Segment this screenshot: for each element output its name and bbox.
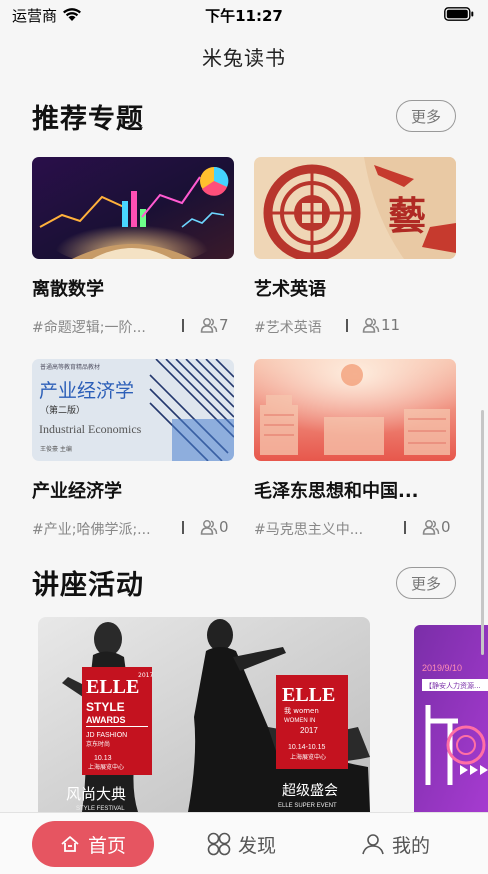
- topic-tags: #艺术英语: [254, 320, 322, 336]
- poster-date: 10.13: [94, 755, 112, 762]
- topic-cover-image: 普通高等教育精品教材 产业经济学 （第二版） Industrial Econom…: [32, 359, 234, 461]
- cover-author: 王俊豪 主编: [40, 445, 72, 453]
- poster-caption-right: 超级盛会: [282, 783, 338, 799]
- member-count: 0: [422, 518, 451, 536]
- divider: [182, 319, 184, 332]
- member-count: 0: [200, 518, 229, 536]
- topic-cover-image: 藝: [254, 157, 456, 259]
- member-count: 11: [362, 316, 400, 334]
- home-icon: [61, 836, 79, 852]
- people-icon: [362, 318, 380, 333]
- divider: [346, 319, 348, 332]
- cover-title: 产业经济学: [39, 380, 134, 402]
- member-count: 7: [200, 316, 229, 334]
- member-count-value: 0: [219, 518, 229, 536]
- poster-venue: 上海展览中心: [88, 763, 124, 771]
- poster-sub-b: WOMEN IN: [284, 718, 315, 724]
- poster-date-2: 10.14-10.15: [288, 744, 325, 751]
- topic-title: 离散数学: [32, 279, 104, 300]
- people-icon: [200, 318, 218, 333]
- cover-edition: （第二版）: [40, 404, 85, 416]
- cover-char: 藝: [388, 193, 426, 238]
- cover-english: Industrial Economics: [39, 422, 142, 436]
- people-icon: [422, 520, 440, 535]
- poster-caption-left: 风尚大典: [66, 785, 126, 803]
- lecture-banner-hr[interactable]: 2019/9/10 【静安人力资源...: [414, 625, 488, 812]
- tab-discover-label: 发现: [238, 834, 277, 857]
- poster-brand-2: ELLE: [282, 684, 335, 706]
- divider: [404, 521, 406, 534]
- topic-tags: #产业;哈佛学派;...: [32, 522, 151, 538]
- topic-cover-image: [254, 359, 456, 461]
- poster-sub: 我 women: [284, 706, 319, 715]
- poster-venue-2: 上海展览中心: [290, 753, 326, 761]
- poster-year-2: 2017: [300, 726, 318, 735]
- tab-mine[interactable]: 我的: [360, 821, 430, 867]
- poster-year: 2017: [138, 672, 153, 679]
- poster-caption-right-en: ELLE SUPER EVENT: [278, 803, 337, 809]
- people-icon: [200, 520, 218, 535]
- divider: [182, 521, 184, 534]
- member-count-value: 7: [219, 316, 229, 334]
- topic-cover-image: [32, 157, 234, 259]
- tab-home-label: 首页: [87, 834, 126, 857]
- topic-tags: #命题逻辑;一阶...: [32, 320, 146, 336]
- tab-mine-label: 我的: [392, 834, 431, 857]
- section-title-lectures: 讲座活动: [32, 570, 144, 601]
- tab-home[interactable]: 首页: [32, 821, 154, 867]
- poster-line: 【静安人力资源...: [425, 681, 481, 690]
- section-title-recommended: 推荐专题: [32, 104, 144, 135]
- poster-sponsor: JD FASHION: [86, 732, 127, 739]
- poster-award-1: STYLE: [86, 700, 125, 714]
- poster-award-2: AWARDS: [86, 715, 126, 725]
- member-count-value: 11: [381, 316, 401, 334]
- poster-brand: ELLE: [86, 676, 139, 698]
- battery-icon: [444, 7, 474, 21]
- cover-series: 普通高等教育精品教材: [40, 363, 100, 371]
- tab-bar: 首页 发现 我的: [0, 812, 488, 874]
- topic-title: 艺术英语: [254, 279, 326, 300]
- status-time: 下午11:27: [205, 7, 283, 25]
- topic-tags: #马克思主义中...: [254, 522, 364, 538]
- status-bar: 运营商 下午11:27: [0, 0, 488, 28]
- poster-sponsor-cn: 京东时尚: [86, 740, 110, 748]
- discover-icon: [207, 832, 231, 856]
- user-icon: [362, 834, 384, 855]
- scroll-indicator[interactable]: [481, 410, 484, 655]
- more-button-recommended[interactable]: 更多: [396, 100, 456, 132]
- lecture-banner-elle[interactable]: ELLE 2017 STYLE AWARDS JD FASHION 京东时尚 1…: [38, 617, 370, 812]
- tab-discover[interactable]: 发现: [206, 821, 276, 867]
- member-count-value: 0: [441, 518, 451, 536]
- topic-title: 毛泽东思想和中国...: [254, 481, 419, 502]
- app-title: 米兔读书: [202, 46, 286, 70]
- more-button-lectures[interactable]: 更多: [396, 567, 456, 599]
- topic-title: 产业经济学: [32, 481, 122, 502]
- poster-date: 2019/9/10: [422, 663, 462, 673]
